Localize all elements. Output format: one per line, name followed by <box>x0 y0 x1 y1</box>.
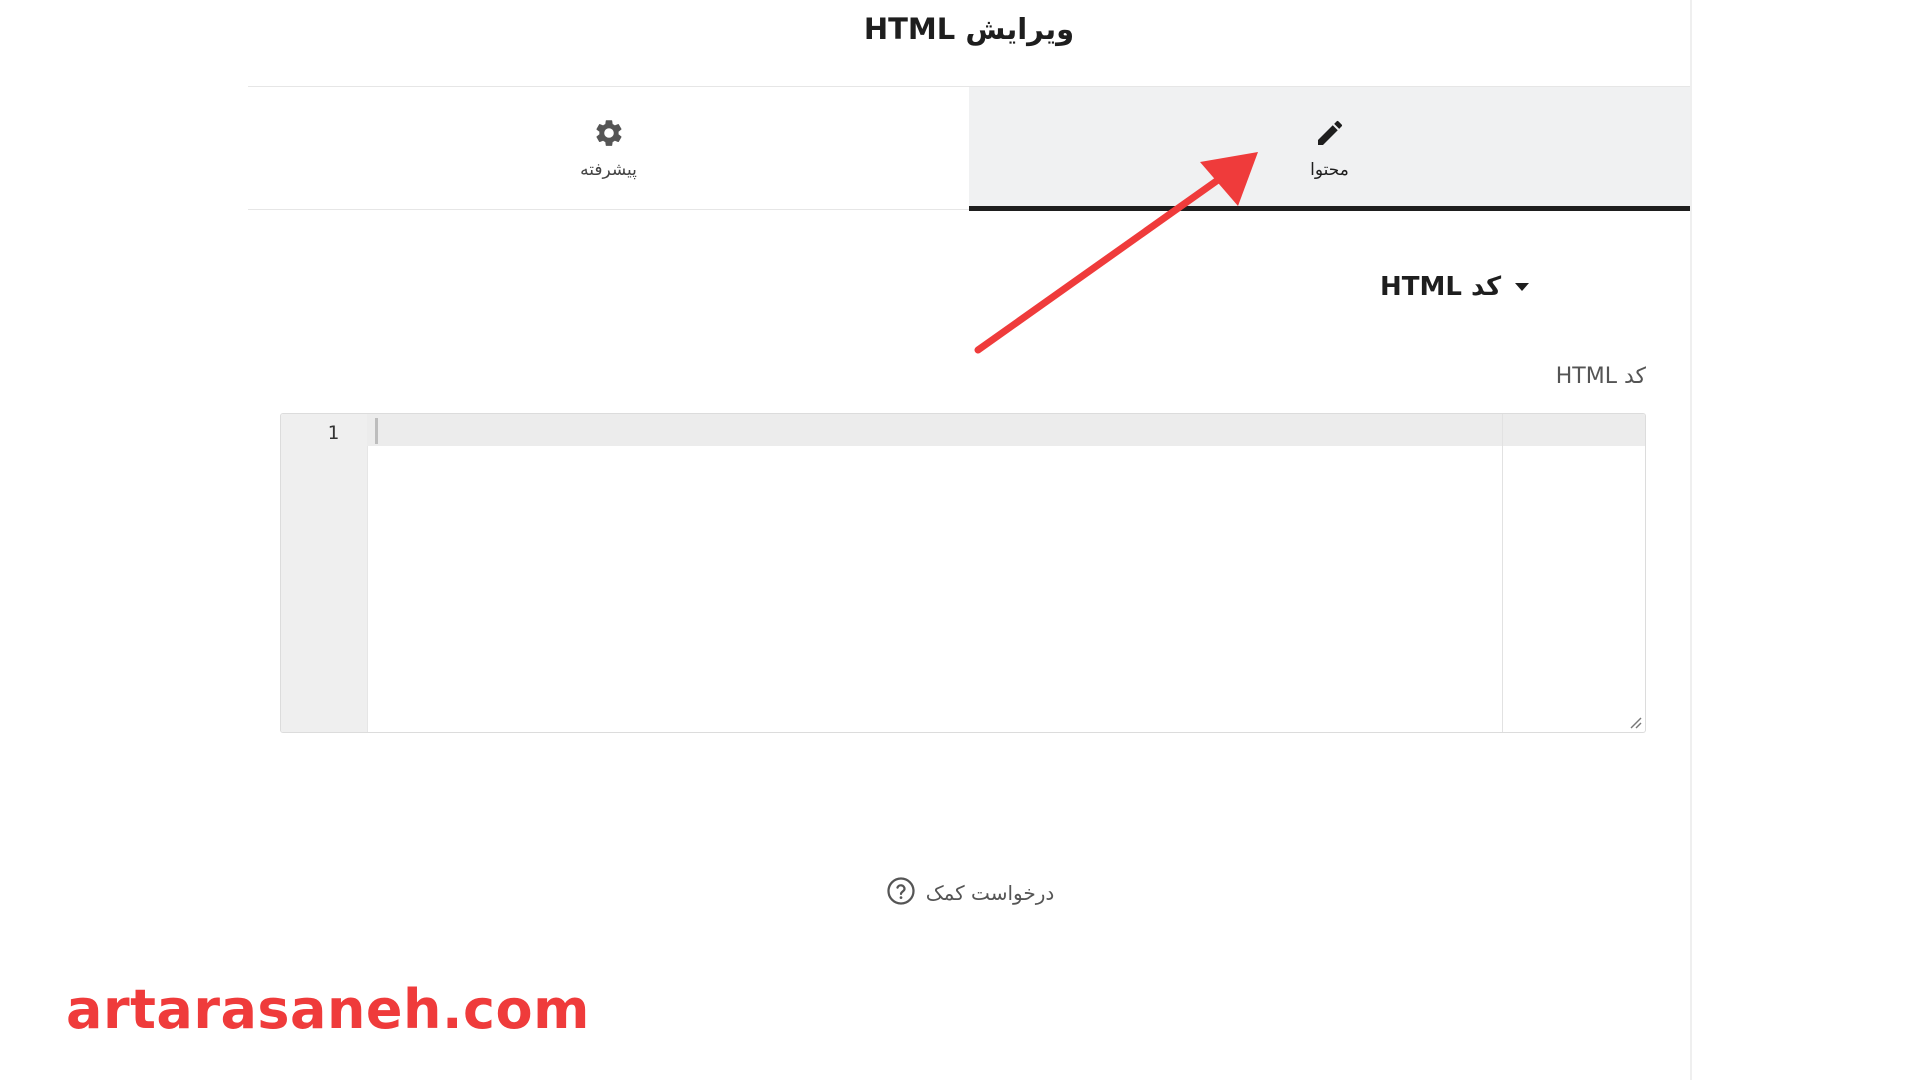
tab-bar: پیشرفته محتوا <box>248 86 1690 211</box>
caret-down-icon <box>1515 283 1530 291</box>
text-cursor <box>375 418 378 444</box>
panel-right-border <box>1690 0 1692 1080</box>
html-code-section-toggle[interactable]: کد HTML <box>1380 272 1648 302</box>
tab-advanced-label: پیشرفته <box>580 160 637 180</box>
question-circle-icon <box>886 876 916 910</box>
page: ویرایش HTML پیشرفته محتوا کد HTML کد HTM… <box>0 0 1920 1080</box>
tab-content-label: محتوا <box>1310 160 1349 180</box>
section-title: کد HTML <box>1380 272 1502 302</box>
tab-content[interactable]: محتوا <box>969 87 1690 211</box>
pencil-icon <box>1313 116 1347 150</box>
editor-gutter: 1 <box>281 414 368 732</box>
resize-handle-icon[interactable] <box>1627 714 1643 730</box>
help-request-label: درخواست کمک <box>925 881 1055 905</box>
active-line-highlight <box>367 414 1645 446</box>
html-code-field-label: کد HTML <box>1555 364 1646 389</box>
help-request-link[interactable]: درخواست کمک <box>880 876 1060 910</box>
tab-advanced[interactable]: پیشرفته <box>248 87 969 209</box>
line-number: 1 <box>327 422 339 444</box>
print-margin-line <box>1502 414 1503 732</box>
panel-title: ویرایش HTML <box>863 12 1075 46</box>
html-code-editor[interactable]: 1 <box>280 413 1646 733</box>
watermark-text: artarasaneh.com <box>66 978 590 1041</box>
gear-icon <box>592 116 626 150</box>
html-code-input[interactable] <box>381 446 1495 720</box>
